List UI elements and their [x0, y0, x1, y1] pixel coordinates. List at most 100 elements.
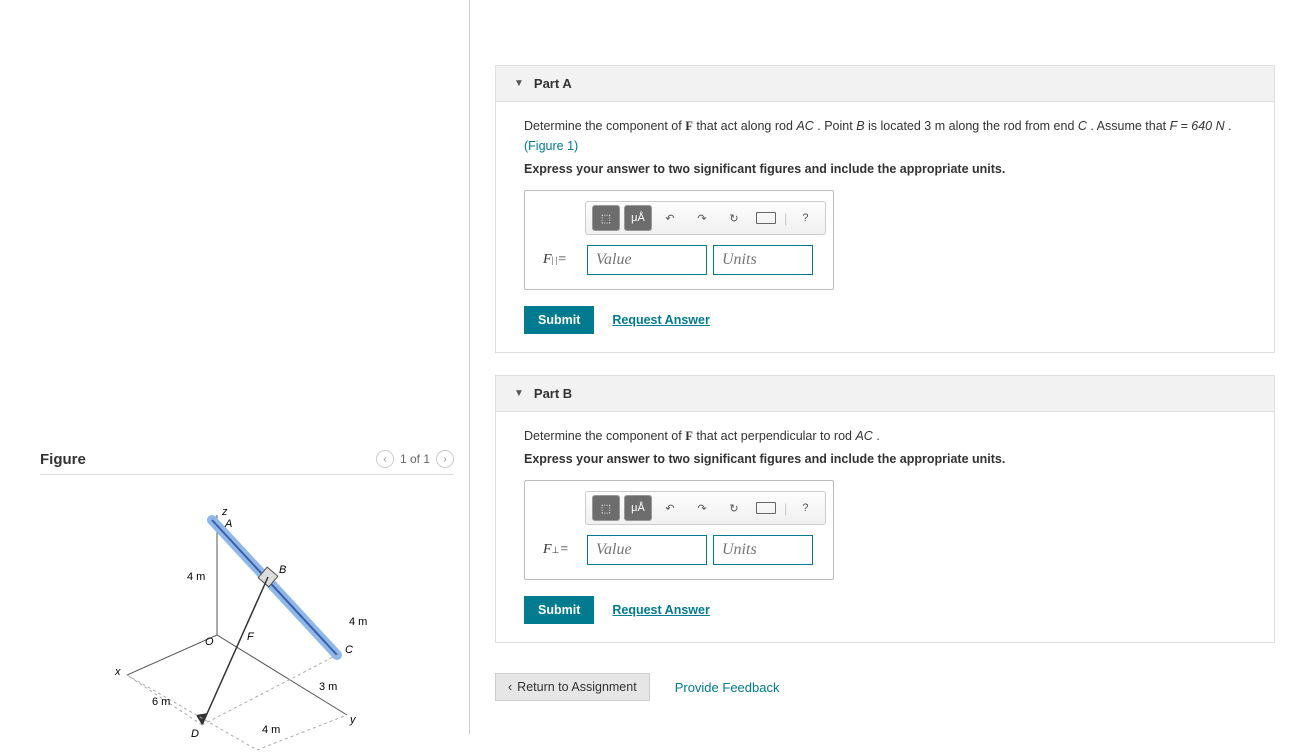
- bottom-row: ‹ Return to Assignment Provide Feedback: [495, 673, 1275, 701]
- caret-down-icon: ▼: [514, 78, 524, 89]
- var-equals: =: [559, 542, 568, 558]
- part-b-instruction: Express your answer to two significant f…: [524, 452, 1246, 466]
- label-z: z: [221, 506, 228, 518]
- keyboard-icon[interactable]: [752, 495, 780, 521]
- redo-button[interactable]: ↷: [688, 205, 716, 231]
- caret-down-icon: ▼: [514, 388, 524, 399]
- label-C: C: [345, 644, 353, 656]
- figure-header: Figure ‹ 1 of 1 ›: [40, 450, 454, 475]
- templates-button[interactable]: ⬚: [592, 495, 620, 521]
- qb-F-symbol: F: [685, 429, 693, 443]
- figure-nav-text: 1 of 1: [400, 452, 430, 466]
- redo-button[interactable]: ↷: [688, 495, 716, 521]
- part-b-header[interactable]: ▼ Part B: [496, 376, 1274, 412]
- figure-link[interactable]: (Figure 1): [524, 139, 578, 153]
- return-label: Return to Assignment: [517, 680, 637, 694]
- dim-4m-bottom: 4 m: [262, 724, 280, 736]
- part-b-title: Part B: [534, 386, 572, 401]
- dim-6m: 6 m: [152, 696, 170, 708]
- toolbar-divider: |: [784, 501, 787, 516]
- part-a-title: Part A: [534, 76, 572, 91]
- qa-text1: Determine the component of: [524, 119, 685, 133]
- units-mu-button[interactable]: μÅ: [624, 495, 652, 521]
- part-a-submit-row: Submit Request Answer: [524, 306, 1246, 334]
- dim-3m: 3 m: [319, 681, 337, 693]
- part-b-units-input[interactable]: [713, 535, 813, 565]
- label-B: B: [279, 564, 286, 576]
- part-a-toolbar: ⬚ μÅ ↶ ↷ ↻ | ?: [585, 201, 826, 235]
- part-a-units-input[interactable]: [713, 245, 813, 275]
- label-D: D: [191, 728, 199, 740]
- part-a-instruction: Express your answer to two significant f…: [524, 162, 1246, 176]
- part-b-value-input[interactable]: [587, 535, 707, 565]
- var-sub-perp: ⊥: [552, 545, 560, 556]
- keyboard-icon[interactable]: [752, 205, 780, 231]
- part-b-question: Determine the component of F that act pe…: [524, 426, 1246, 446]
- part-b-toolbar: ⬚ μÅ ↶ ↷ ↻ | ?: [585, 491, 826, 525]
- var-F: F: [543, 542, 552, 558]
- help-button[interactable]: ?: [791, 205, 819, 231]
- qb-rod: AC: [855, 429, 872, 443]
- part-a-input-row: F| | =: [543, 245, 815, 275]
- question-pane: ▼ Part A Determine the component of F th…: [470, 0, 1290, 734]
- part-b-body: Determine the component of F that act pe…: [496, 412, 1274, 642]
- return-to-assignment-button[interactable]: ‹ Return to Assignment: [495, 673, 650, 701]
- part-b-block: ▼ Part B Determine the component of F th…: [495, 375, 1275, 643]
- qa-text4: is located 3: [868, 119, 935, 133]
- part-b-request-answer-link[interactable]: Request Answer: [612, 603, 709, 617]
- qa-text7: .: [1228, 119, 1231, 133]
- var-F: F: [543, 252, 552, 268]
- qb-text3: .: [876, 429, 879, 443]
- help-button[interactable]: ?: [791, 495, 819, 521]
- qb-text2: that act perpendicular to rod: [696, 429, 855, 443]
- part-a-answer-box: ⬚ μÅ ↶ ↷ ↻ | ? F| | =: [524, 190, 834, 290]
- qa-text3: . Point: [817, 119, 856, 133]
- figure-next-button[interactable]: ›: [436, 450, 454, 468]
- part-a-header[interactable]: ▼ Part A: [496, 66, 1274, 102]
- qb-text1: Determine the component of: [524, 429, 685, 443]
- label-F: F: [247, 631, 255, 643]
- qa-F-symbol: F: [685, 119, 693, 133]
- provide-feedback-link[interactable]: Provide Feedback: [675, 680, 780, 695]
- dim-4m-right: 4 m: [349, 616, 367, 628]
- part-b-var-label: F⊥ =: [543, 535, 581, 565]
- label-A: A: [224, 518, 232, 530]
- figure-pane: Figure ‹ 1 of 1 › z: [0, 0, 470, 734]
- part-a-block: ▼ Part A Determine the component of F th…: [495, 65, 1275, 353]
- part-b-submit-row: Submit Request Answer: [524, 596, 1246, 624]
- qa-unit-m: m: [935, 119, 945, 133]
- units-mu-button[interactable]: μÅ: [624, 205, 652, 231]
- undo-button[interactable]: ↶: [656, 205, 684, 231]
- part-b-submit-button[interactable]: Submit: [524, 596, 594, 624]
- reset-button[interactable]: ↻: [720, 205, 748, 231]
- part-a-question: Determine the component of F that act al…: [524, 116, 1246, 156]
- templates-button[interactable]: ⬚: [592, 205, 620, 231]
- figure-title: Figure: [40, 451, 86, 468]
- part-a-body: Determine the component of F that act al…: [496, 102, 1274, 352]
- part-a-request-answer-link[interactable]: Request Answer: [612, 313, 709, 327]
- qa-pointB: B: [856, 119, 864, 133]
- qa-rod: AC: [796, 119, 813, 133]
- part-b-answer-box: ⬚ μÅ ↶ ↷ ↻ | ? F⊥ =: [524, 480, 834, 580]
- undo-button[interactable]: ↶: [656, 495, 684, 521]
- label-x: x: [114, 666, 121, 678]
- qa-text5: along the rod from end: [949, 119, 1078, 133]
- var-equals: =: [557, 252, 566, 268]
- dim-4m-vert: 4 m: [187, 571, 205, 583]
- toolbar-divider: |: [784, 211, 787, 226]
- reset-button[interactable]: ↻: [720, 495, 748, 521]
- figure-nav: ‹ 1 of 1 ›: [376, 450, 454, 468]
- figure-prev-button[interactable]: ‹: [376, 450, 394, 468]
- part-a-submit-button[interactable]: Submit: [524, 306, 594, 334]
- label-O: O: [205, 636, 214, 648]
- part-b-input-row: F⊥ =: [543, 535, 815, 565]
- qa-text2: that act along rod: [696, 119, 796, 133]
- part-a-value-input[interactable]: [587, 245, 707, 275]
- chevron-left-icon: ‹: [508, 680, 512, 694]
- qa-Fval: F = 640 N: [1170, 119, 1225, 133]
- figure-diagram: z A B C D O F x y 4 m 4 m 4 m 6 m 3 m: [40, 475, 454, 755]
- qa-pointC: C: [1078, 119, 1087, 133]
- figure-svg: z A B C D O F x y 4 m 4 m 4 m 6 m 3 m: [97, 495, 397, 755]
- qa-text6: . Assume that: [1090, 119, 1169, 133]
- label-y: y: [349, 714, 357, 726]
